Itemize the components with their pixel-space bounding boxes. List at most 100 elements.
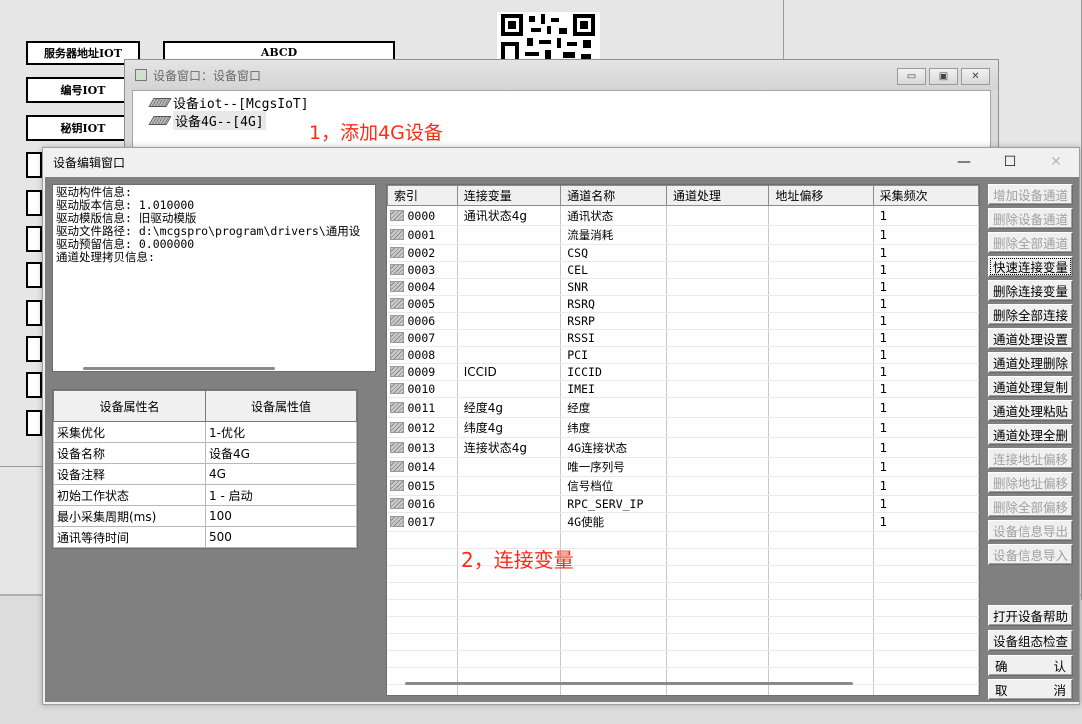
grid-cell-address-offset[interactable] bbox=[768, 346, 874, 364]
hmi-field-stub[interactable] bbox=[26, 410, 42, 436]
grid-cell-processing[interactable] bbox=[666, 650, 770, 668]
channel-row[interactable]: 0004 SNR 1 bbox=[387, 278, 979, 296]
grid-cell-channel-name[interactable] bbox=[560, 633, 667, 651]
channel-action-button[interactable]: 快速连接变量 bbox=[988, 256, 1073, 277]
grid-cell-variable[interactable] bbox=[457, 295, 562, 313]
grid-cell-variable[interactable] bbox=[457, 346, 562, 364]
grid-cell-processing[interactable] bbox=[666, 329, 770, 347]
close-icon[interactable]: ✕ bbox=[961, 68, 990, 85]
channel-row[interactable]: 0011 经度4g 经度 1 bbox=[387, 397, 979, 418]
grid-cell-index[interactable] bbox=[387, 582, 458, 600]
grid-cell-address-offset[interactable] bbox=[768, 512, 874, 532]
grid-cell-variable[interactable] bbox=[457, 476, 562, 496]
grid-cell-address-offset[interactable] bbox=[768, 437, 874, 458]
prop-row[interactable]: 通讯等待时间 500 bbox=[53, 526, 357, 548]
empty-row[interactable] bbox=[387, 650, 979, 668]
grid-cell-variable[interactable]: 连接状态4g bbox=[457, 437, 562, 458]
grid-cell-channel-name[interactable]: 纬度 bbox=[560, 417, 667, 438]
grid-cell-processing[interactable] bbox=[666, 599, 770, 617]
channel-row[interactable]: 0014 唯一序列号 1 bbox=[387, 457, 979, 477]
grid-cell-processing[interactable] bbox=[666, 582, 770, 600]
restore-icon[interactable]: ▣ bbox=[929, 68, 958, 85]
grid-cell-processing[interactable] bbox=[666, 548, 770, 566]
grid-cell-channel-name[interactable]: CSQ bbox=[560, 244, 667, 262]
confirm-button[interactable]: 确 认 bbox=[988, 655, 1073, 676]
prop-value[interactable]: 4G bbox=[205, 463, 357, 485]
grid-cell-index[interactable]: 0005 bbox=[387, 295, 458, 313]
channel-action-button[interactable]: 删除连接变量 bbox=[988, 280, 1073, 301]
channel-row[interactable]: 0007 RSSI 1 bbox=[387, 329, 979, 347]
grid-cell-variable[interactable] bbox=[457, 495, 562, 513]
minimize-icon[interactable]: ▭ bbox=[897, 68, 926, 85]
grid-cell-frequency[interactable] bbox=[873, 582, 979, 600]
hmi-field-stub[interactable] bbox=[26, 226, 42, 252]
grid-cell-frequency[interactable] bbox=[873, 650, 979, 668]
empty-row[interactable] bbox=[387, 616, 979, 634]
grid-cell-index[interactable]: 0011 bbox=[387, 397, 458, 418]
grid-cell-frequency[interactable] bbox=[873, 633, 979, 651]
channel-row[interactable]: 0015 信号档位 1 bbox=[387, 476, 979, 496]
grid-cell-variable[interactable] bbox=[457, 616, 562, 634]
grid-cell-variable[interactable] bbox=[457, 261, 562, 279]
grid-cell-address-offset[interactable] bbox=[768, 312, 874, 330]
grid-cell-index[interactable]: 0001 bbox=[387, 225, 458, 245]
grid-cell-channel-name[interactable]: 信号档位 bbox=[560, 476, 667, 496]
grid-cell-address-offset[interactable] bbox=[768, 633, 874, 651]
close-icon[interactable]: ✕ bbox=[1033, 148, 1079, 176]
grid-cell-index[interactable]: 0014 bbox=[387, 457, 458, 477]
grid-cell-frequency[interactable]: 1 bbox=[873, 278, 979, 296]
grid-cell-address-offset[interactable] bbox=[768, 363, 874, 381]
grid-cell-address-offset[interactable] bbox=[768, 295, 874, 313]
channel-action-button[interactable]: 连接地址偏移 bbox=[988, 448, 1073, 469]
grid-cell-address-offset[interactable] bbox=[768, 565, 874, 583]
grid-cell-address-offset[interactable] bbox=[768, 244, 874, 262]
grid-cell-processing[interactable] bbox=[666, 205, 770, 226]
grid-cell-channel-name[interactable]: ICCID bbox=[560, 363, 667, 381]
channel-row[interactable]: 0000 通讯状态4g 通讯状态 1 bbox=[387, 205, 979, 226]
grid-cell-variable[interactable]: ICCID bbox=[457, 363, 562, 381]
grid-cell-channel-name[interactable]: RSSI bbox=[560, 329, 667, 347]
grid-cell-frequency[interactable] bbox=[873, 548, 979, 566]
grid-cell-frequency[interactable]: 1 bbox=[873, 417, 979, 438]
grid-cell-frequency[interactable] bbox=[873, 531, 979, 549]
grid-cell-address-offset[interactable] bbox=[768, 417, 874, 438]
grid-cell-frequency[interactable]: 1 bbox=[873, 363, 979, 381]
empty-row[interactable] bbox=[387, 582, 979, 600]
grid-cell-channel-name[interactable] bbox=[560, 565, 667, 583]
prop-row[interactable]: 设备注释 4G bbox=[53, 463, 357, 485]
grid-cell-processing[interactable] bbox=[666, 225, 770, 245]
channel-action-button[interactable]: 删除全部偏移 bbox=[988, 496, 1073, 517]
grid-cell-processing[interactable] bbox=[666, 512, 770, 532]
grid-cell-index[interactable]: 0006 bbox=[387, 312, 458, 330]
grid-cell-processing[interactable] bbox=[666, 295, 770, 313]
channel-action-button[interactable]: 设备信息导入 bbox=[988, 544, 1073, 565]
grid-cell-frequency[interactable]: 1 bbox=[873, 225, 979, 245]
grid-cell-frequency[interactable]: 1 bbox=[873, 495, 979, 513]
grid-cell-processing[interactable] bbox=[666, 437, 770, 458]
grid-cell-variable[interactable]: 经度4g bbox=[457, 397, 562, 418]
grid-cell-processing[interactable] bbox=[666, 346, 770, 364]
horizontal-scrollbar[interactable] bbox=[405, 682, 853, 685]
grid-cell-variable[interactable] bbox=[457, 599, 562, 617]
grid-cell-frequency[interactable] bbox=[873, 667, 979, 685]
cancel-button[interactable]: 取 消 bbox=[988, 679, 1073, 700]
grid-cell-frequency[interactable] bbox=[873, 616, 979, 634]
grid-cell-channel-name[interactable]: IMEI bbox=[560, 380, 667, 398]
grid-cell-frequency[interactable]: 1 bbox=[873, 205, 979, 226]
grid-cell-processing[interactable] bbox=[666, 244, 770, 262]
prop-value[interactable]: 1-优化 bbox=[205, 421, 357, 443]
minimize-icon[interactable]: — bbox=[941, 148, 987, 176]
grid-cell-processing[interactable] bbox=[666, 457, 770, 477]
grid-cell-channel-name[interactable] bbox=[560, 548, 667, 566]
grid-cell-frequency[interactable]: 1 bbox=[873, 346, 979, 364]
grid-cell-variable[interactable]: 纬度4g bbox=[457, 417, 562, 438]
grid-cell-channel-name[interactable]: SNR bbox=[560, 278, 667, 296]
grid-cell-address-offset[interactable] bbox=[768, 397, 874, 418]
grid-cell-address-offset[interactable] bbox=[768, 329, 874, 347]
grid-cell-channel-name[interactable] bbox=[560, 684, 667, 695]
grid-cell-channel-name[interactable]: 4G连接状态 bbox=[560, 437, 667, 458]
grid-cell-index[interactable]: 0015 bbox=[387, 476, 458, 496]
grid-header-variable[interactable]: 连接变量 bbox=[456, 185, 562, 206]
channel-action-button[interactable]: 设备信息导出 bbox=[988, 520, 1073, 541]
prop-row[interactable]: 初始工作状态 1 - 启动 bbox=[53, 484, 357, 506]
